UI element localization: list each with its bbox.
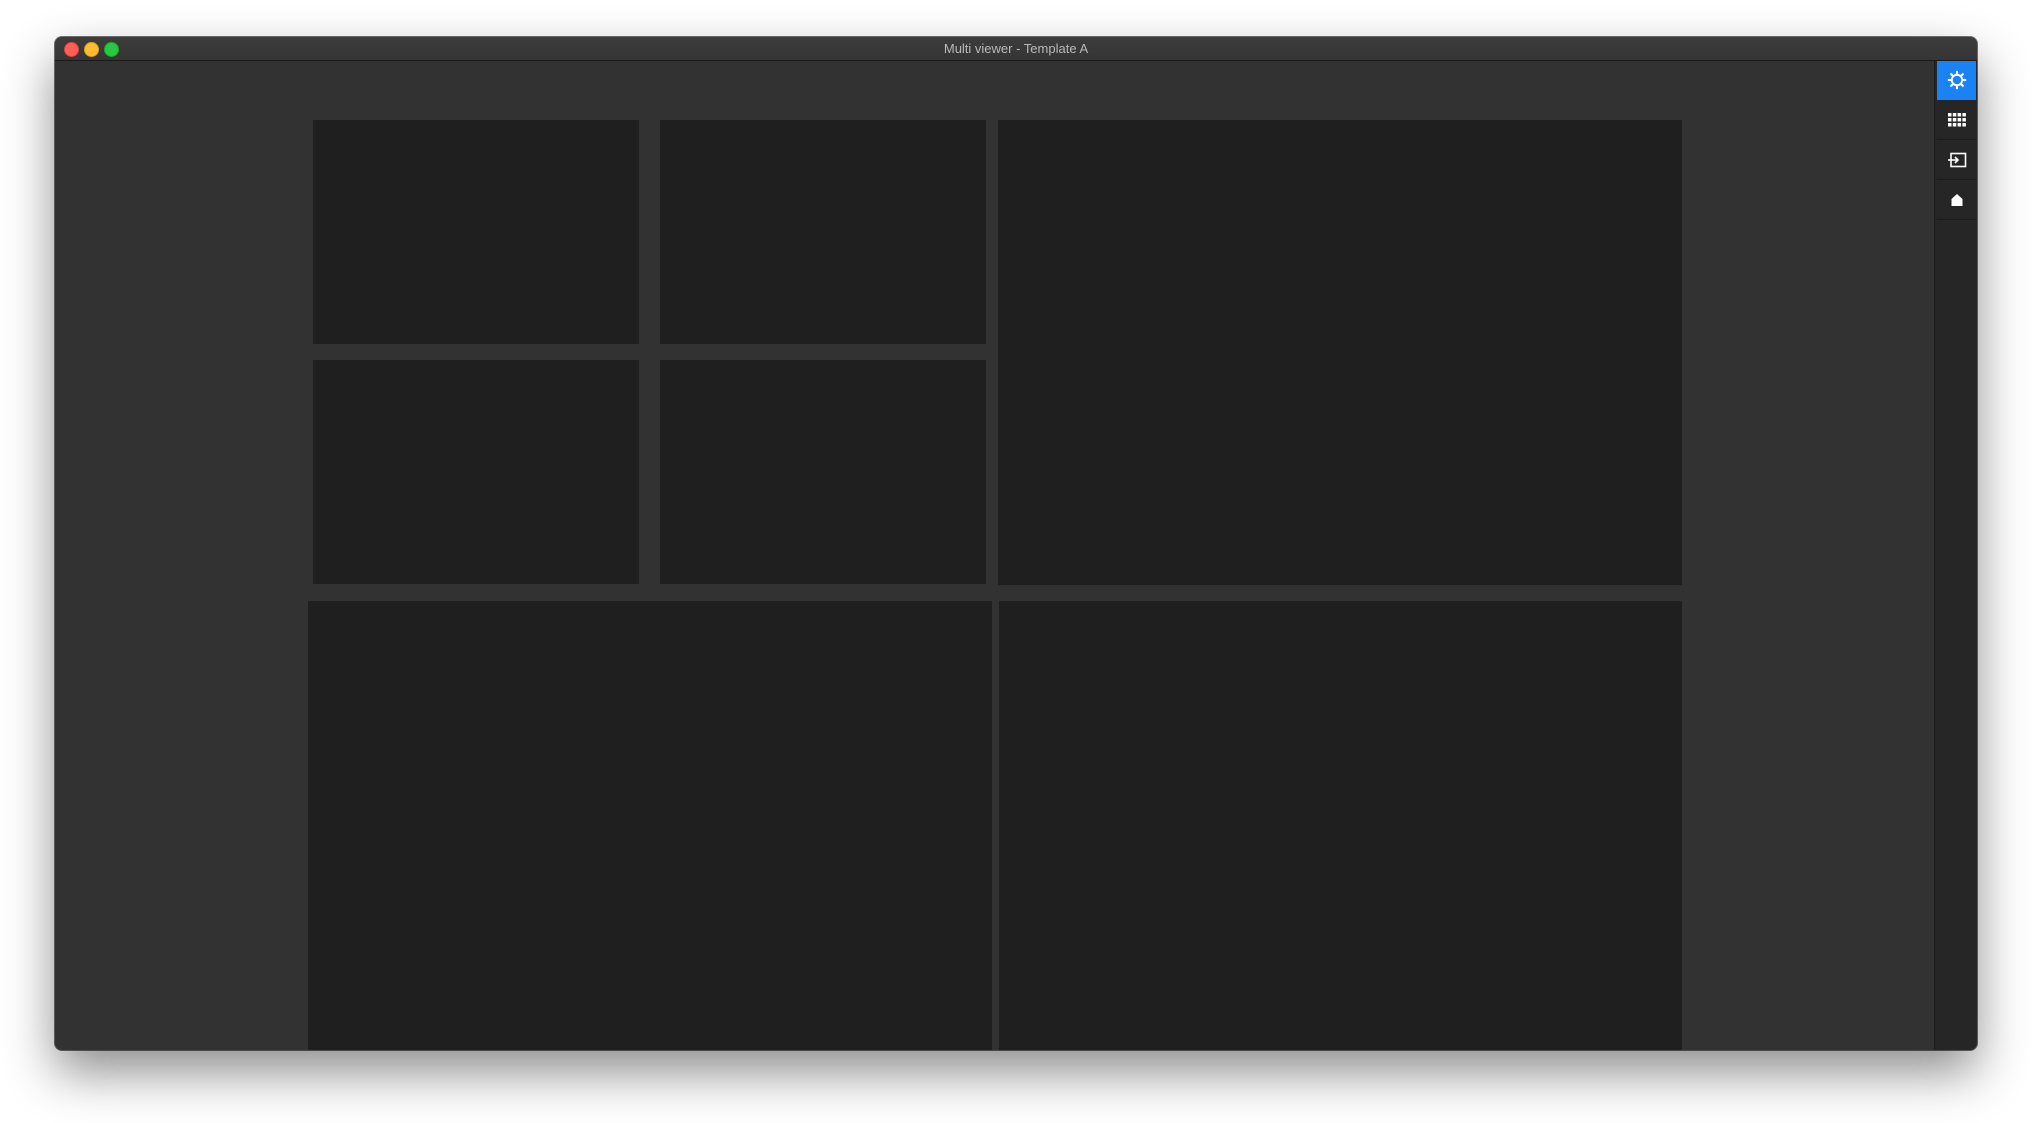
viewer-panel-5[interactable] [660, 360, 986, 584]
window-title: Multi viewer - Template A [943, 41, 1089, 56]
viewer-panel-1[interactable] [313, 120, 639, 344]
input-icon [1947, 152, 1966, 168]
right-toolbar [1934, 61, 1977, 1050]
viewer-panel-2[interactable] [660, 120, 986, 344]
app-window: Multi viewer - Template A [55, 37, 1977, 1050]
settings-button[interactable] [1937, 61, 1976, 100]
viewer-panel-7[interactable] [999, 601, 1682, 1050]
gear-icon [1947, 70, 1966, 90]
viewer-panel-4[interactable] [313, 360, 639, 584]
layout-grid-button[interactable] [1937, 101, 1976, 140]
viewer-area [55, 61, 1934, 1050]
grid-icon [1947, 113, 1966, 127]
viewer-panel-6[interactable] [308, 601, 992, 1050]
home-icon [1951, 194, 1962, 206]
title-bar[interactable]: Multi viewer - Template A [55, 37, 1977, 61]
viewer-panel-3[interactable] [998, 120, 1682, 585]
home-button[interactable] [1937, 181, 1976, 220]
input-source-button[interactable] [1937, 141, 1976, 180]
